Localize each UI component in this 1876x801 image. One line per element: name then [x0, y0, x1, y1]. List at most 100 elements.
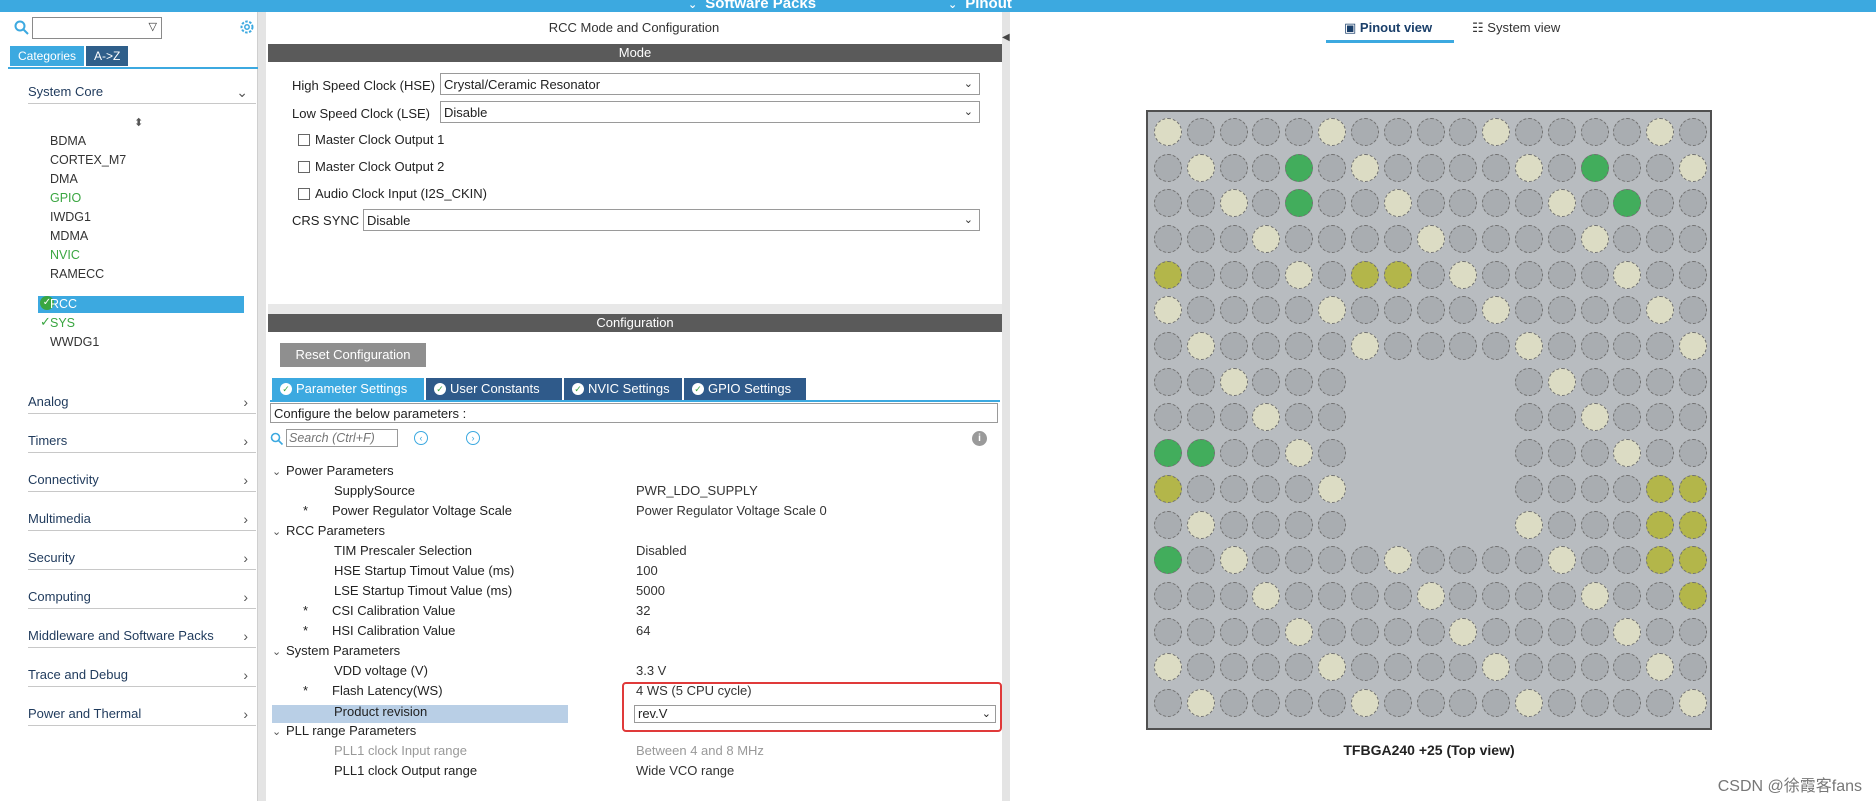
category-multimedia[interactable]: Multimedia › [28, 511, 256, 531]
pin[interactable] [1613, 367, 1642, 396]
pin[interactable] [1514, 581, 1543, 610]
tab-nvic-settings[interactable]: ✓ NVIC Settings [564, 378, 682, 400]
param-value[interactable]: PWR_LDO_SUPPLY [636, 483, 758, 498]
pin[interactable] [1285, 403, 1314, 432]
pin[interactable] [1646, 581, 1675, 610]
pin[interactable] [1285, 653, 1314, 682]
collapse-icon[interactable]: ◀ [1002, 32, 1010, 43]
pin[interactable] [1580, 296, 1609, 325]
param-value[interactable]: 5000 [636, 583, 665, 598]
param-value[interactable]: 3.3 V [636, 663, 666, 678]
gear-icon[interactable] [238, 18, 256, 36]
pin[interactable] [1318, 296, 1347, 325]
pin[interactable] [1646, 688, 1675, 717]
pin[interactable] [1580, 332, 1609, 361]
pin[interactable] [1383, 332, 1412, 361]
pin[interactable] [1646, 617, 1675, 646]
pin[interactable] [1318, 653, 1347, 682]
pin[interactable] [1547, 688, 1576, 717]
pin[interactable] [1219, 510, 1248, 539]
pin[interactable] [1219, 225, 1248, 254]
pinout-menu[interactable]: ⌄ Pinout [948, 0, 1012, 12]
pin[interactable] [1580, 653, 1609, 682]
pin[interactable] [1350, 296, 1379, 325]
pin[interactable] [1613, 260, 1642, 289]
pin[interactable] [1186, 296, 1215, 325]
pin[interactable] [1154, 439, 1182, 468]
pin[interactable] [1679, 546, 1708, 575]
group-rcc-parameters[interactable]: ⌄ RCC Parameters [272, 523, 385, 538]
pin[interactable] [1613, 225, 1642, 254]
pin[interactable] [1482, 653, 1511, 682]
pin[interactable] [1350, 118, 1379, 146]
pin[interactable] [1350, 546, 1379, 575]
pin[interactable] [1318, 153, 1347, 182]
pin[interactable] [1318, 225, 1347, 254]
pin[interactable] [1449, 118, 1478, 146]
pin[interactable] [1416, 260, 1445, 289]
pin[interactable] [1318, 617, 1347, 646]
pin[interactable] [1285, 260, 1314, 289]
pin[interactable] [1613, 403, 1642, 432]
pin[interactable] [1219, 118, 1248, 146]
pin[interactable] [1646, 403, 1675, 432]
pin[interactable] [1613, 118, 1642, 146]
pin[interactable] [1219, 189, 1248, 218]
pin[interactable] [1154, 189, 1182, 218]
left-splitter[interactable] [258, 12, 266, 801]
pin[interactable] [1219, 260, 1248, 289]
pin[interactable] [1679, 474, 1708, 503]
group-power-parameters[interactable]: ⌄ Power Parameters [272, 463, 394, 478]
pin[interactable] [1482, 153, 1511, 182]
pin[interactable] [1350, 581, 1379, 610]
pin[interactable] [1482, 260, 1511, 289]
pin[interactable] [1252, 118, 1281, 146]
pin[interactable] [1547, 546, 1576, 575]
category-timers[interactable]: Timers › [28, 433, 256, 453]
pin[interactable] [1514, 332, 1543, 361]
pin[interactable] [1547, 617, 1576, 646]
pin[interactable] [1449, 332, 1478, 361]
pin[interactable] [1252, 367, 1281, 396]
pin[interactable] [1580, 260, 1609, 289]
pin[interactable] [1679, 260, 1708, 289]
pin[interactable] [1514, 653, 1543, 682]
pin[interactable] [1383, 688, 1412, 717]
group-pll-range-parameters[interactable]: ⌄ PLL range Parameters [272, 723, 416, 738]
tab-gpio-settings[interactable]: ✓ GPIO Settings [684, 378, 806, 400]
pin[interactable] [1154, 617, 1182, 646]
sidebar-item-gpio[interactable]: GPIO [50, 191, 81, 205]
pin[interactable] [1154, 367, 1182, 396]
pin[interactable] [1679, 332, 1708, 361]
pin[interactable] [1186, 367, 1215, 396]
pin[interactable] [1154, 118, 1182, 146]
tab-categories[interactable]: Categories [10, 46, 85, 66]
pin[interactable] [1646, 225, 1675, 254]
pin[interactable] [1482, 581, 1511, 610]
pin[interactable] [1252, 474, 1281, 503]
pin[interactable] [1219, 617, 1248, 646]
pin[interactable] [1219, 296, 1248, 325]
pin[interactable] [1350, 688, 1379, 717]
info-icon[interactable]: i [972, 431, 987, 446]
pin[interactable] [1646, 474, 1675, 503]
pin[interactable] [1514, 617, 1543, 646]
pin[interactable] [1613, 332, 1642, 361]
pin[interactable] [1285, 439, 1314, 468]
pin[interactable] [1416, 153, 1445, 182]
pin[interactable] [1613, 189, 1642, 218]
tab-parameter-settings[interactable]: ✓ Parameter Settings [272, 378, 424, 400]
pin[interactable] [1219, 403, 1248, 432]
pin[interactable] [1514, 510, 1543, 539]
pin[interactable] [1383, 617, 1412, 646]
pin[interactable] [1547, 260, 1576, 289]
param-value[interactable]: 64 [636, 623, 650, 638]
sort-icon[interactable]: ⬍ [134, 116, 143, 129]
pin[interactable] [1219, 153, 1248, 182]
category-search-combo[interactable]: ▽ [32, 17, 162, 39]
pin[interactable] [1252, 510, 1281, 539]
pin[interactable] [1186, 260, 1215, 289]
pin[interactable] [1186, 153, 1215, 182]
pin[interactable] [1547, 332, 1576, 361]
pin[interactable] [1154, 653, 1182, 682]
